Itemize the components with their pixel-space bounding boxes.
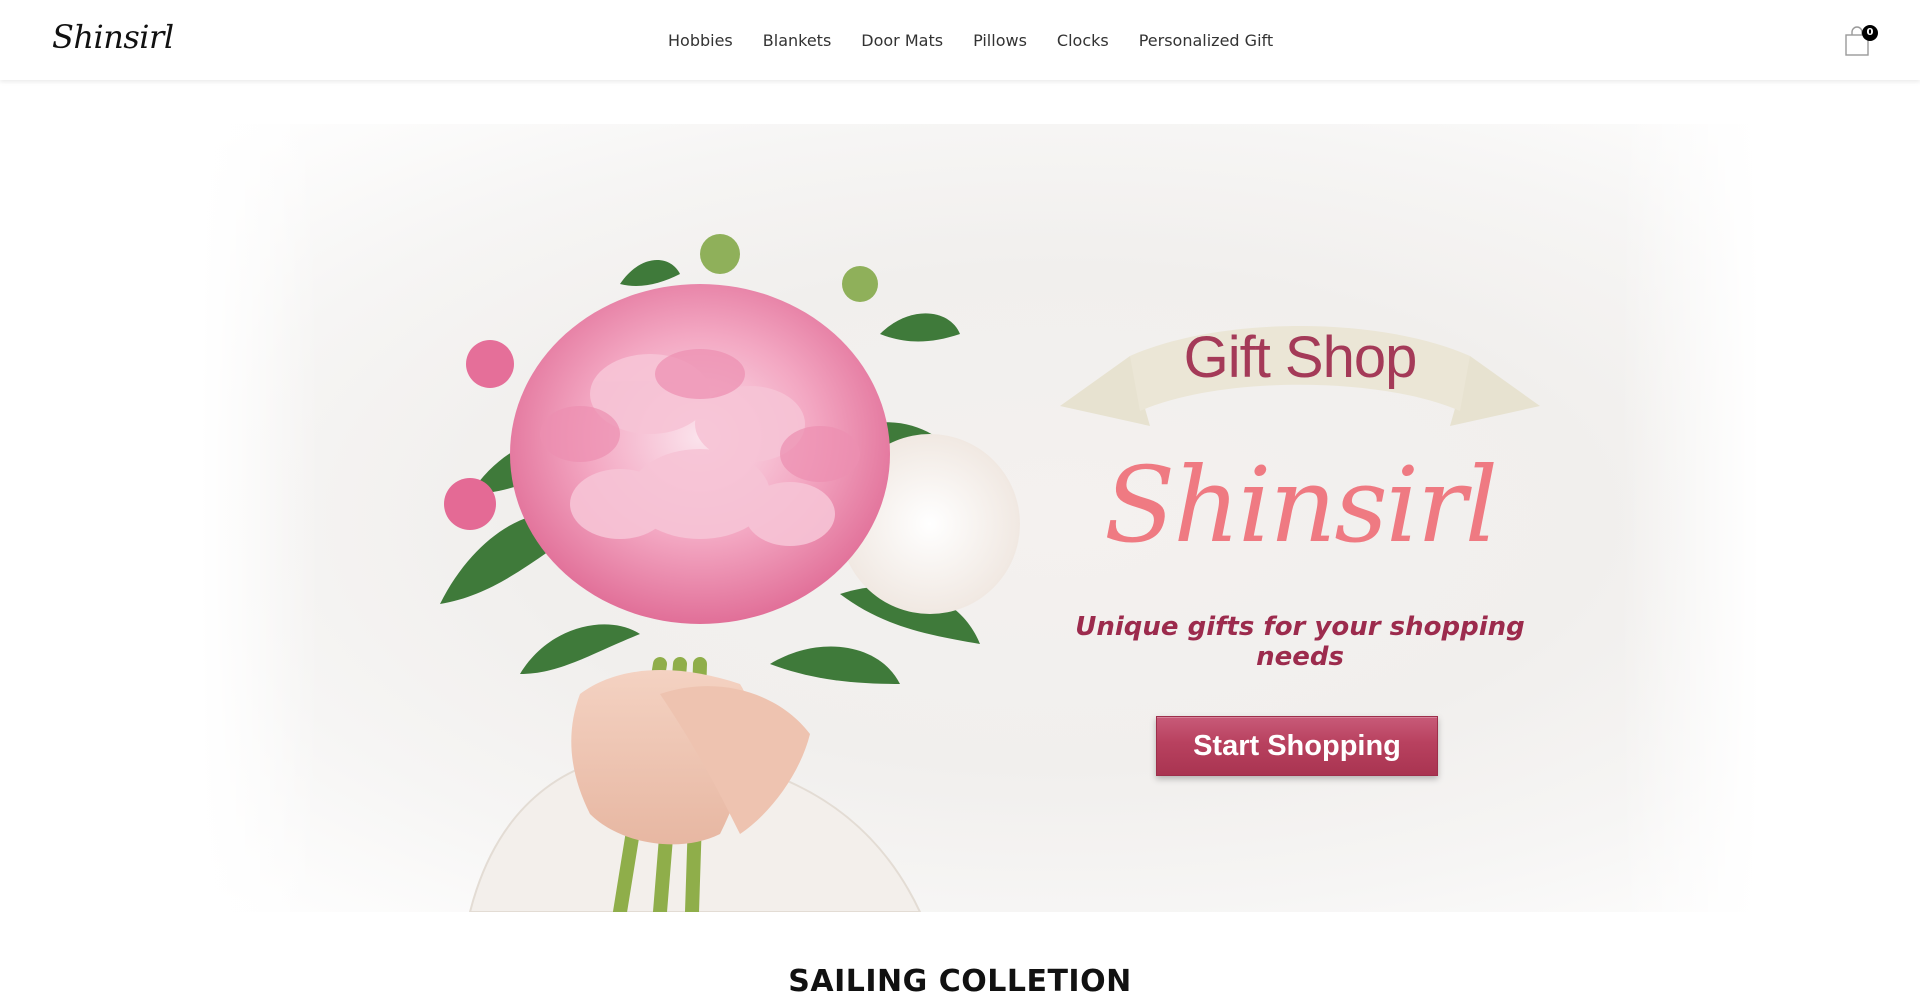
nav-item-blankets[interactable]: Blankets bbox=[748, 31, 847, 50]
hero-tagline: Unique gifts for your shopping needs bbox=[1075, 612, 1525, 672]
nav-item-hobbies[interactable]: Hobbies bbox=[668, 31, 748, 50]
hero-brand: Shinsirl bbox=[1103, 444, 1498, 566]
cart-count-badge: 0 bbox=[1862, 25, 1878, 41]
hero-fade-left bbox=[200, 124, 320, 912]
start-shopping-button[interactable]: Start Shopping bbox=[1156, 716, 1438, 776]
nav-item-pillows[interactable]: Pillows bbox=[958, 31, 1042, 50]
cart-button[interactable]: 0 bbox=[1844, 25, 1878, 56]
section-title: SAILING COLLETION bbox=[788, 964, 1132, 999]
site-logo[interactable]: Shinsirl bbox=[52, 18, 174, 56]
bouquet-illustration bbox=[440, 234, 1020, 912]
site-header: Shinsirl Hobbies Blankets Door Mats Pill… bbox=[0, 0, 1920, 80]
hero-banner: Gift Shop Shinsirl Unique gifts for your… bbox=[200, 124, 1760, 912]
main-nav: Hobbies Blankets Door Mats Pillows Clock… bbox=[668, 0, 1288, 80]
nav-item-personalized-gift[interactable]: Personalized Gift bbox=[1124, 31, 1288, 50]
hero-title: Gift Shop bbox=[1183, 325, 1418, 390]
nav-item-clocks[interactable]: Clocks bbox=[1042, 31, 1124, 50]
nav-item-door-mats[interactable]: Door Mats bbox=[846, 31, 958, 50]
hero-fade-right bbox=[1620, 124, 1760, 912]
